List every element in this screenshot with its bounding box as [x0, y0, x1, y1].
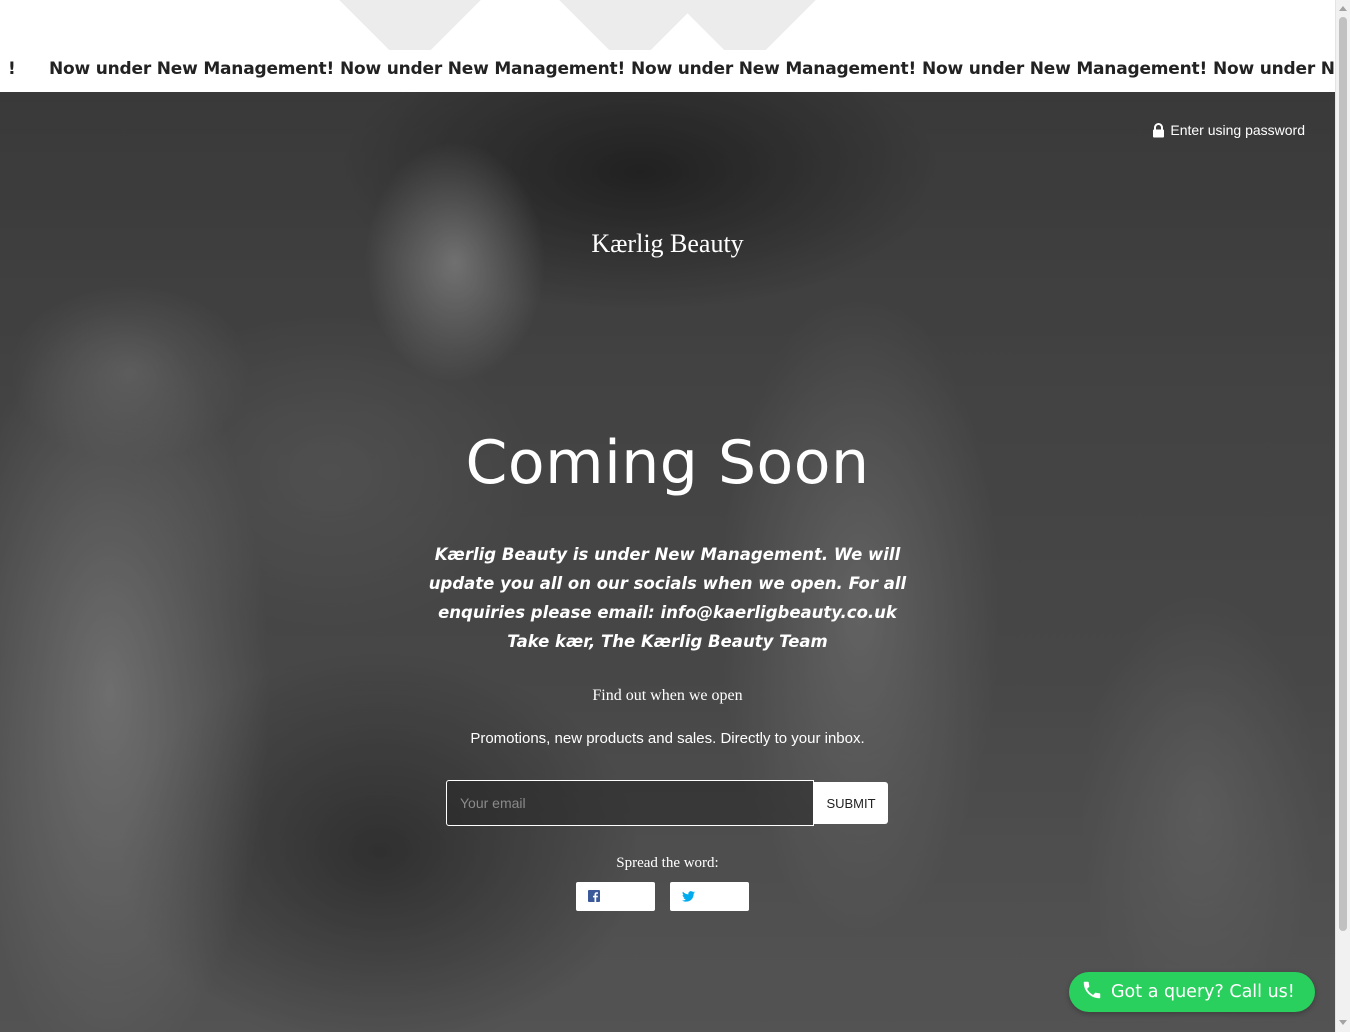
- announcement-text: !: [8, 59, 16, 79]
- signup-subheading: Promotions, new products and sales. Dire…: [470, 730, 865, 747]
- call-us-label: Got a query? Call us!: [1111, 982, 1295, 1002]
- announcement-text: Now under New Management!: [340, 59, 626, 79]
- brand-logo-text[interactable]: Kærlig Beauty: [0, 229, 1335, 259]
- store-message: Kærlig Beauty is under New Management. W…: [428, 545, 907, 651]
- announcement-text: Now under New Management!: [49, 59, 335, 79]
- hero-background: Enter using password Kærlig Beauty Comin…: [0, 92, 1335, 1032]
- enter-password-link[interactable]: Enter using password: [1152, 122, 1305, 138]
- vertical-scrollbar[interactable]: [1335, 0, 1350, 1032]
- page-title: Coming Soon: [465, 428, 870, 498]
- email-input[interactable]: [446, 780, 814, 826]
- announcement-text: Now under New Management!: [631, 59, 917, 79]
- share-buttons: [576, 882, 749, 911]
- facebook-icon: [588, 887, 600, 906]
- share-label: Spread the word:: [616, 855, 719, 871]
- twitter-share-button[interactable]: [670, 882, 749, 911]
- pattern-diamond: [667, 0, 823, 50]
- scroll-down-arrow[interactable]: [1339, 1020, 1347, 1025]
- pattern-diamond: [332, 0, 488, 50]
- lock-icon: [1152, 122, 1165, 138]
- call-us-button[interactable]: Got a query? Call us!: [1069, 972, 1315, 1012]
- phone-icon: [1081, 979, 1103, 1006]
- newsletter-form: Submit: [446, 780, 888, 826]
- signup-heading: Find out when we open: [592, 687, 743, 704]
- enter-password-label: Enter using password: [1170, 122, 1305, 138]
- password-page: ! Now under New Management! Now under Ne…: [0, 0, 1350, 1032]
- facebook-share-button[interactable]: [576, 882, 655, 911]
- announcement-marquee: ! Now under New Management! Now under Ne…: [0, 50, 1335, 92]
- scrollbar-thumb[interactable]: [1339, 17, 1347, 931]
- scroll-up-arrow[interactable]: [1339, 6, 1347, 11]
- top-pattern-strip: [0, 0, 1335, 50]
- announcement-text: Now under New Management!: [922, 59, 1208, 79]
- submit-button[interactable]: Submit: [814, 782, 888, 824]
- twitter-icon: [682, 887, 695, 906]
- announcement-text: Now under Ne: [1213, 59, 1335, 79]
